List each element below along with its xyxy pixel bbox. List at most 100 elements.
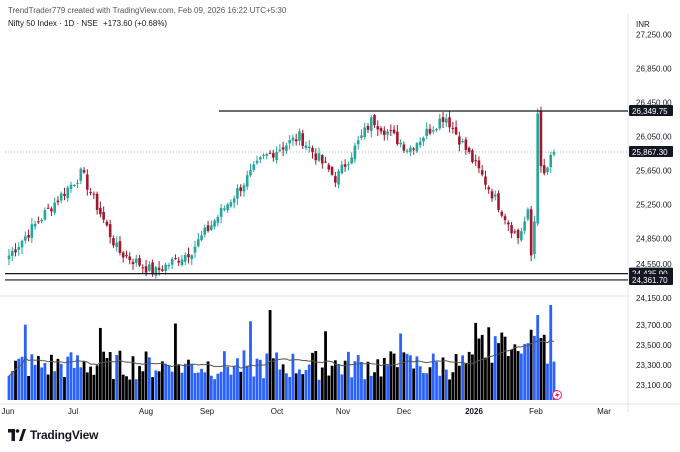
x-tick-label: Jun [2, 407, 15, 416]
candle-body [187, 254, 190, 258]
candle-body [43, 210, 47, 220]
volume-bar [347, 351, 350, 400]
candle-body [268, 152, 272, 154]
volume-bar [409, 355, 412, 400]
volume-bar [258, 359, 262, 400]
volume-bar [392, 353, 396, 400]
volume-bar [180, 372, 184, 400]
volume-bar [53, 371, 57, 400]
candle-body [477, 160, 481, 169]
volume-bar [451, 372, 455, 400]
candle-body [392, 129, 396, 134]
candle-body [115, 242, 118, 248]
price-badge-text: 26,349.75 [632, 107, 668, 116]
volume-bar [72, 367, 76, 400]
candle-body [105, 221, 109, 226]
volume-bar [157, 371, 161, 400]
volume-bar [330, 365, 334, 400]
candle-body [118, 241, 122, 253]
volume-bar [245, 365, 249, 400]
candle-body [503, 216, 507, 221]
candle-body [546, 167, 549, 173]
candle-body [17, 247, 21, 250]
volume-bar [216, 373, 220, 400]
candle-body [193, 246, 197, 253]
candle-body [72, 184, 76, 186]
candle-body [128, 256, 132, 261]
y-tick-label: 27,250.00 [636, 30, 672, 39]
volume-bar [539, 337, 543, 400]
candle-body [223, 208, 226, 211]
volume-bar [356, 355, 360, 400]
candle-body [415, 143, 419, 152]
price-badge-text: 24,361.70 [632, 276, 668, 285]
volume-bar [366, 361, 370, 400]
x-tick-label: Mar [597, 407, 611, 416]
candle-body [288, 140, 291, 144]
candle-body [69, 184, 73, 189]
volume-bar [118, 350, 122, 400]
candle-body [170, 258, 174, 265]
volume-bar [405, 353, 409, 400]
volume-bar [284, 373, 288, 400]
volume-bar [134, 379, 138, 400]
candle-body [467, 147, 471, 152]
volume-bar [265, 353, 269, 400]
volume-bar [294, 373, 298, 400]
candle-body [99, 207, 102, 215]
volume-bar [395, 367, 399, 400]
candle-body [148, 264, 151, 271]
volume-bar [467, 351, 471, 400]
candle-body [236, 188, 239, 199]
volume-bar [23, 324, 27, 400]
volume-bar [30, 354, 34, 400]
candle-body [464, 139, 468, 150]
candle-body [27, 235, 30, 238]
volume-bar [89, 366, 92, 400]
volume-bar [333, 360, 337, 400]
volume-bar [59, 363, 63, 400]
candle-body [363, 127, 367, 138]
candle-body [213, 220, 216, 227]
volume-bar [529, 329, 533, 400]
tradingview-brand[interactable]: TradingView [8, 428, 98, 442]
volume-bar [533, 335, 536, 400]
volume-bar [213, 379, 216, 400]
volume-bar [320, 367, 324, 400]
candle-body [520, 231, 523, 241]
candle-body [167, 265, 171, 267]
volume-bar [519, 353, 523, 400]
price-chart[interactable]: 27,250.0026,850.0026,450.0026,050.0025,6… [0, 0, 680, 452]
candle-body [76, 182, 79, 184]
candle-body [366, 126, 370, 130]
volume-bar [14, 360, 17, 400]
y-tick-label: 23,500.00 [636, 341, 672, 350]
candle-body [154, 266, 158, 276]
volume-bar [301, 374, 305, 400]
volume-bar [7, 375, 11, 400]
candle-body [278, 149, 282, 152]
candle-body [373, 115, 376, 126]
volume-bar [98, 327, 102, 400]
volume-bar [36, 356, 40, 400]
candle-body [330, 166, 334, 175]
volume-bar [236, 358, 239, 400]
volume-bar [464, 362, 468, 400]
candle-body [242, 185, 246, 192]
candle-body [523, 221, 526, 231]
volume-bar [27, 375, 30, 400]
y-tick-label: 23,100.00 [636, 381, 672, 390]
candle-body [102, 211, 105, 220]
candle-body [183, 254, 187, 262]
volume-bar [262, 378, 265, 400]
volume-bar [373, 372, 376, 400]
candle-body [203, 227, 207, 235]
candle-body [301, 133, 305, 146]
volume-bar [314, 351, 318, 400]
volume-bar [200, 368, 203, 400]
candle-body [382, 130, 386, 135]
candle-body [529, 209, 533, 256]
candle-body [144, 266, 148, 273]
volume-bar [40, 367, 44, 400]
volume-bar [376, 359, 380, 400]
